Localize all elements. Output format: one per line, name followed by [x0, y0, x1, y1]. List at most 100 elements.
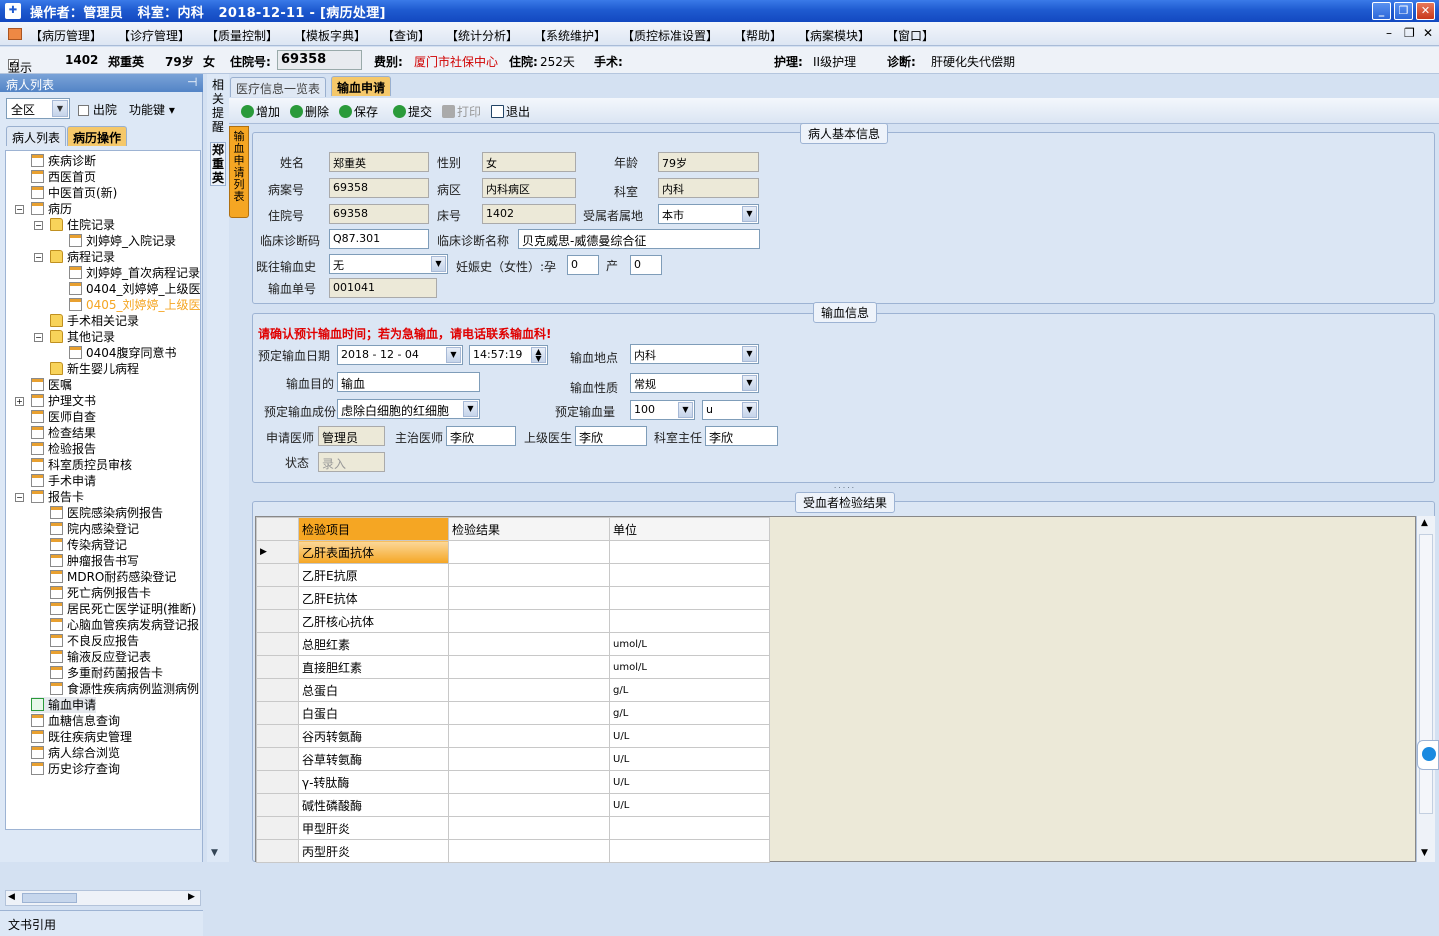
- cell-item[interactable]: 乙肝E抗体: [298, 586, 449, 610]
- row-selector[interactable]: [256, 839, 299, 863]
- menu-templates[interactable]: 【模板字典】: [294, 27, 366, 44]
- sex-field[interactable]: 女: [482, 152, 576, 172]
- pin-icon[interactable]: ⊣: [187, 75, 197, 89]
- cell-result[interactable]: [448, 701, 610, 725]
- cell-result[interactable]: [448, 586, 610, 610]
- cell-item[interactable]: 丙型肝炎: [298, 839, 449, 863]
- restore-button[interactable]: ❐: [1394, 2, 1413, 20]
- component-select[interactable]: 虑除白细胞的红细胞 ▼: [337, 399, 480, 419]
- tree-expander-icon[interactable]: −: [34, 221, 43, 230]
- cell-result[interactable]: [448, 724, 610, 748]
- table-row[interactable]: ▶ 乙肝表面抗体: [256, 540, 770, 564]
- minimize-button[interactable]: _: [1372, 2, 1391, 20]
- date-picker[interactable]: 2018 - 12 - 04 ▼: [337, 345, 463, 365]
- cell-result[interactable]: [448, 609, 610, 633]
- row-selector[interactable]: [256, 586, 299, 610]
- results-vertical-scrollbar[interactable]: ▲ ▼: [1416, 516, 1435, 862]
- history-select[interactable]: 无 ▼: [329, 254, 448, 274]
- diag-name-field[interactable]: 贝克威思-威德曼综合征: [518, 229, 760, 249]
- cell-item[interactable]: 总胆红素: [298, 632, 449, 656]
- cell-item[interactable]: 总蛋白: [298, 678, 449, 702]
- tree-node[interactable]: 手术申请: [31, 473, 96, 489]
- cell-unit[interactable]: U/L: [609, 724, 770, 748]
- tree-node[interactable]: 刘婷婷_首次病程记录: [69, 265, 200, 281]
- tree-node[interactable]: 手术相关记录: [50, 313, 139, 329]
- chief-field[interactable]: 李欣: [705, 426, 778, 446]
- cell-item[interactable]: 谷丙转氨酶: [298, 724, 449, 748]
- tree-node[interactable]: 既往疾病史管理: [31, 729, 132, 745]
- function-keys-button[interactable]: 功能键 ▾: [129, 101, 175, 118]
- table-row[interactable]: γ-转肽酶 U/L: [256, 770, 770, 794]
- cell-unit[interactable]: umol/L: [609, 632, 770, 656]
- cell-unit[interactable]: U/L: [609, 793, 770, 817]
- print-button[interactable]: 打印: [442, 103, 481, 120]
- table-row[interactable]: 总蛋白 g/L: [256, 678, 770, 702]
- cell-result[interactable]: [448, 655, 610, 679]
- tree-node[interactable]: 0404_刘婷婷_上级医师: [69, 281, 200, 297]
- cell-result[interactable]: [448, 770, 610, 794]
- supervisor-field[interactable]: 李欣: [575, 426, 647, 446]
- nature-select[interactable]: 常规 ▼: [630, 373, 759, 393]
- table-row[interactable]: 甲型肝炎: [256, 816, 770, 840]
- tab-patient-list[interactable]: 病人列表: [6, 126, 67, 146]
- table-row[interactable]: 碱性磷酸酶 U/L: [256, 793, 770, 817]
- tree-node[interactable]: 多重耐药菌报告卡: [50, 665, 163, 681]
- row-selector[interactable]: [256, 816, 299, 840]
- cell-unit[interactable]: U/L: [609, 747, 770, 771]
- mdi-close-button[interactable]: ✕: [1423, 26, 1433, 40]
- cell-unit[interactable]: [609, 839, 770, 863]
- menu-statistics[interactable]: 【统计分析】: [446, 27, 518, 44]
- ward-field[interactable]: 内科病区: [482, 178, 576, 198]
- cell-item[interactable]: 谷草转氨酶: [298, 747, 449, 771]
- row-selector[interactable]: [256, 609, 299, 633]
- cell-unit[interactable]: g/L: [609, 701, 770, 725]
- tree-node[interactable]: 血糖信息查询: [31, 713, 120, 729]
- table-row[interactable]: 丙型肝炎: [256, 839, 770, 863]
- related-reminder-tab[interactable]: 相关提醒: [210, 78, 226, 134]
- tree-expander-icon[interactable]: −: [15, 205, 24, 214]
- table-row[interactable]: 总胆红素 umol/L: [256, 632, 770, 656]
- dept-field[interactable]: 内科: [658, 178, 759, 198]
- discharged-checkbox[interactable]: 出院: [78, 101, 117, 118]
- cell-unit[interactable]: [609, 540, 770, 564]
- tree-node[interactable]: 医师自查: [31, 409, 96, 425]
- tree-node[interactable]: 历史诊疗查询: [31, 761, 120, 777]
- tab-medical-info[interactable]: 医疗信息一览表: [230, 77, 327, 97]
- cell-item[interactable]: 碱性磷酸酶: [298, 793, 449, 817]
- row-selector[interactable]: [256, 632, 299, 656]
- tree-node[interactable]: 疾病诊断: [31, 153, 96, 169]
- cell-result[interactable]: [448, 816, 610, 840]
- cell-result[interactable]: [448, 747, 610, 771]
- tree-node[interactable]: 病程记录: [50, 249, 115, 265]
- cell-result[interactable]: [448, 540, 610, 564]
- attending-field[interactable]: 李欣: [446, 426, 516, 446]
- menu-query[interactable]: 【查询】: [382, 27, 430, 44]
- pregnancy-field[interactable]: 0: [567, 255, 599, 275]
- cell-item[interactable]: γ-转肽酶: [298, 770, 449, 794]
- mdi-restore-button[interactable]: ❐: [1404, 26, 1415, 40]
- tree-expander-icon[interactable]: +: [15, 397, 24, 406]
- tree-node[interactable]: 居民死亡医学证明(推断): [50, 601, 196, 617]
- cell-result[interactable]: [448, 839, 610, 863]
- tree-node[interactable]: 死亡病例报告卡: [50, 585, 151, 601]
- table-row[interactable]: 白蛋白 g/L: [256, 701, 770, 725]
- tree-node[interactable]: 科室质控员审核: [31, 457, 132, 473]
- cell-unit[interactable]: [609, 586, 770, 610]
- birth-field[interactable]: 0: [630, 255, 662, 275]
- age-field[interactable]: 79岁: [658, 152, 759, 172]
- place-select[interactable]: 内科 ▼: [630, 344, 759, 364]
- purpose-field[interactable]: 输血: [337, 372, 480, 392]
- admit-field[interactable]: 69358: [329, 204, 429, 224]
- region-select[interactable]: 本市 ▼: [658, 204, 759, 224]
- tree-node[interactable]: 新生婴儿病程: [50, 361, 139, 377]
- tree-node[interactable]: 其他记录: [50, 329, 115, 345]
- menu-medical-record[interactable]: 【病历管理】: [30, 27, 102, 44]
- cell-unit[interactable]: [609, 563, 770, 587]
- table-row[interactable]: 谷丙转氨酶 U/L: [256, 724, 770, 748]
- tree-expander-icon[interactable]: −: [15, 493, 24, 502]
- cell-result[interactable]: [448, 793, 610, 817]
- tree-node[interactable]: 病人综合浏览: [31, 745, 120, 761]
- cell-unit[interactable]: umol/L: [609, 655, 770, 679]
- tree-node[interactable]: 肿瘤报告书写: [50, 553, 139, 569]
- tree-node[interactable]: 传染病登记: [50, 537, 127, 553]
